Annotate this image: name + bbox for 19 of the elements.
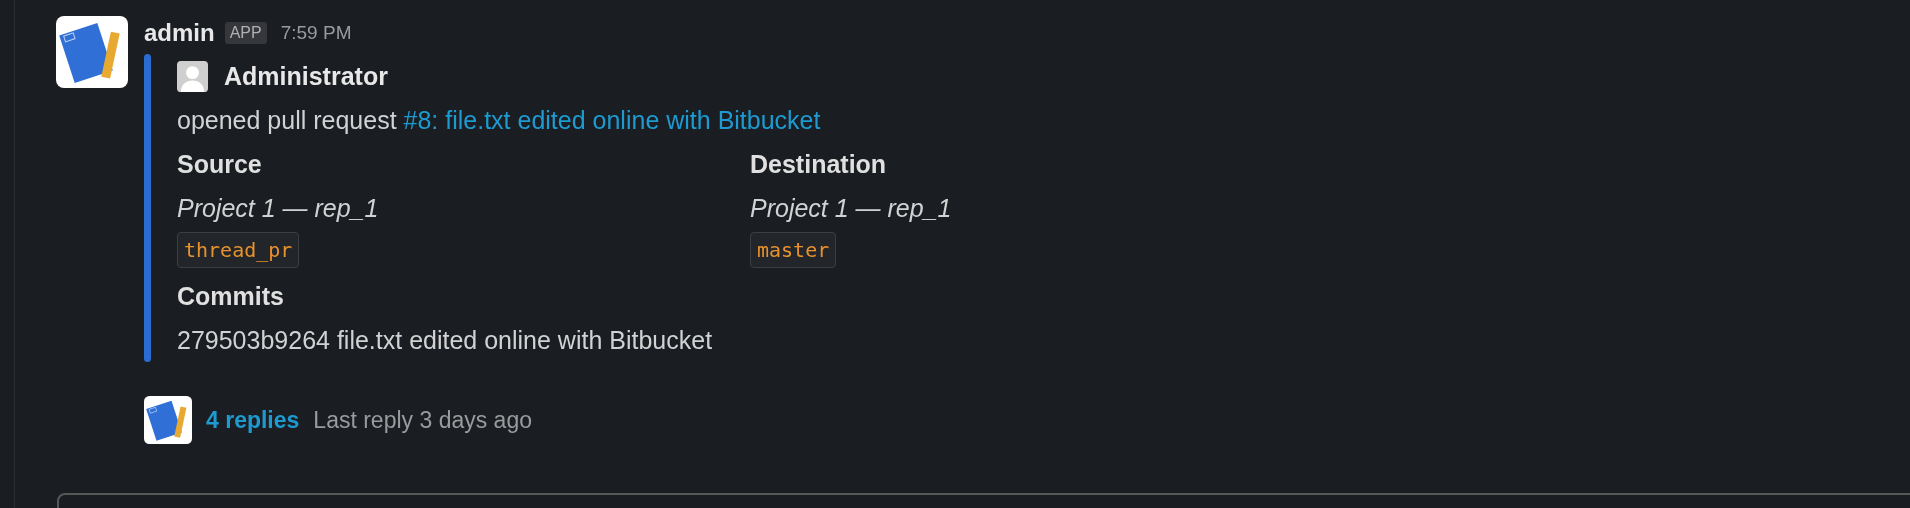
sender-name[interactable]: admin	[144, 19, 215, 47]
message-text: opened pull request #8: file.txt edited online with Bitbucket	[177, 105, 822, 136]
field-title: Destination	[750, 149, 888, 180]
field-value: Project 1 — rep_1	[750, 193, 953, 224]
app-icon	[56, 16, 128, 88]
app-badge: APP	[224, 22, 267, 44]
field-value: Project 1 — rep_1	[177, 193, 380, 224]
app-icon	[144, 396, 192, 444]
timestamp[interactable]: 7:59 PM	[280, 22, 352, 44]
commit-text: 279503b9264 file.txt edited online with Bitbucket	[177, 325, 714, 356]
user-avatar-icon	[177, 60, 208, 92]
last-reply-text: Last reply 3 days ago	[313, 406, 532, 434]
branch-name: thread_pr	[177, 232, 300, 268]
branch-name: master	[750, 232, 837, 268]
pull-request-link[interactable]: #8: file.txt edited online with Bitbucket	[403, 106, 821, 134]
field-title: Commits	[177, 281, 285, 312]
field-title: Source	[177, 149, 263, 180]
author-name: Administrator	[224, 61, 388, 91]
replies-link[interactable]: 4 replies	[206, 406, 300, 434]
